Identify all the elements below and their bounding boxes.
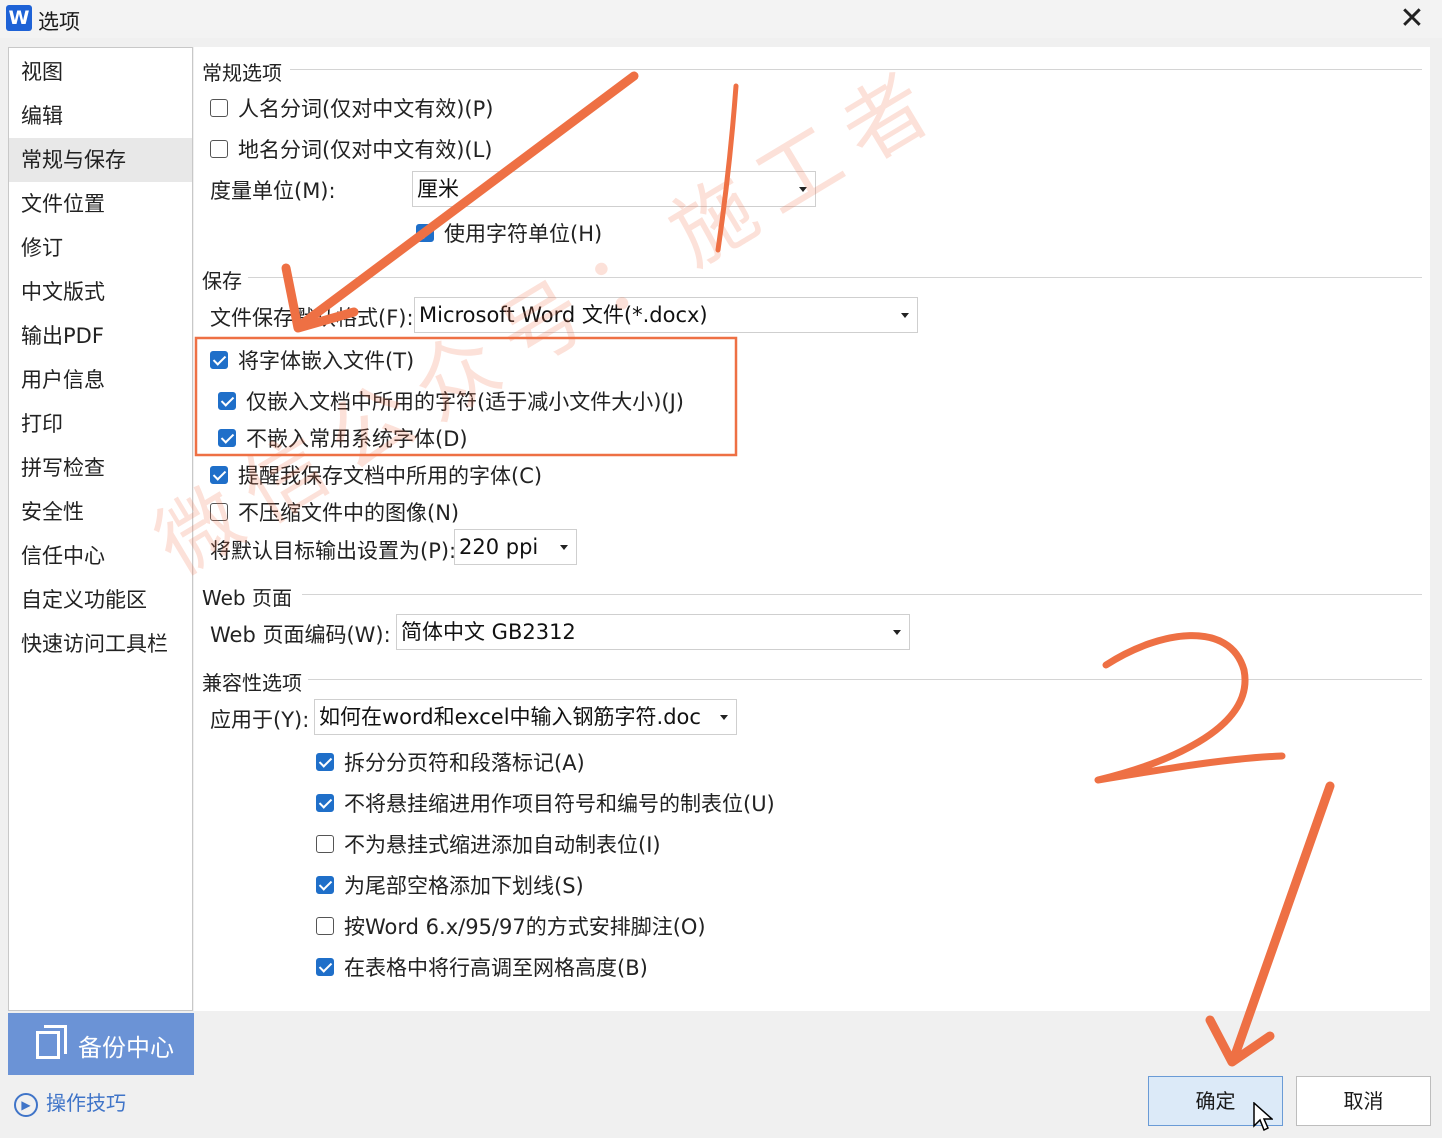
- compat-option-checkbox[interactable]: 不将悬挂缩进用作项目符号和编号的制表位(U): [316, 788, 775, 818]
- compat-section-title: 兼容性选项: [202, 671, 302, 695]
- sidebar-item-view[interactable]: 视图: [9, 50, 192, 94]
- checkbox-box: [316, 753, 334, 771]
- compat-option-label: 拆分分页符和段落标记(A): [344, 751, 585, 775]
- dropdown-arrow-icon: [720, 715, 728, 720]
- output-target-value: 220 ppi: [459, 535, 539, 559]
- checkbox-box: [316, 876, 334, 894]
- sidebar-item-trust-center[interactable]: 信任中心: [9, 534, 192, 578]
- remind-fonts-checkbox[interactable]: 提醒我保存文档中所用的字体(C): [210, 460, 542, 490]
- section-divider: [290, 69, 1422, 70]
- no-compress-label: 不压缩文件中的图像(N): [238, 501, 460, 525]
- unit-value: 厘米: [417, 177, 459, 201]
- dropdown-arrow-icon: [799, 187, 807, 192]
- section-divider: [248, 277, 1422, 278]
- web-encoding-label: Web 页面编码(W):: [210, 623, 391, 647]
- sidebar-item-general-save[interactable]: 常规与保存: [9, 138, 192, 182]
- checkbox-box: [210, 140, 228, 158]
- window-title: 选项: [38, 10, 80, 34]
- char-unit-checkbox[interactable]: 使用字符单位(H): [416, 218, 602, 248]
- play-icon: ▶: [14, 1092, 38, 1117]
- compat-option-label: 不为悬挂式缩进添加自动制表位(I): [344, 833, 661, 857]
- checkbox-box: [218, 392, 236, 410]
- sidebar-item-revision[interactable]: 修订: [9, 226, 192, 270]
- checkbox-box: [210, 466, 228, 484]
- sidebar-item-customize-ribbon[interactable]: 自定义功能区: [9, 578, 192, 622]
- embed-used-chars-label: 仅嵌入文档中所用的字符(适于减小文件大小)(J): [246, 390, 684, 414]
- title-bar: W 选项 ✕: [0, 0, 1442, 38]
- output-target-select[interactable]: 220 ppi: [454, 529, 577, 565]
- person-name-seg-label: 人名分词(仅对中文有效)(P): [238, 97, 494, 121]
- embed-fonts-label: 将字体嵌入文件(T): [238, 349, 415, 373]
- unit-select[interactable]: 厘米: [412, 171, 816, 207]
- wps-writer-icon: W: [6, 5, 32, 31]
- annotation-arrow-head: [1205, 1015, 1275, 1067]
- place-name-seg-checkbox[interactable]: 地名分词(仅对中文有效)(L): [210, 134, 492, 164]
- compat-option-checkbox[interactable]: 不为悬挂式缩进添加自动制表位(I): [316, 829, 661, 859]
- save-format-select[interactable]: Microsoft Word 文件(*.docx): [414, 297, 918, 333]
- compat-option-checkbox[interactable]: 在表格中将行高调至网格高度(B): [316, 952, 648, 982]
- web-encoding-value: 简体中文 GB2312: [401, 620, 576, 644]
- dropdown-arrow-icon: [560, 545, 568, 550]
- checkbox-box: [210, 503, 228, 521]
- sidebar-item-edit[interactable]: 编辑: [9, 94, 192, 138]
- backup-center-label: 备份中心: [78, 1034, 174, 1062]
- output-target-label: 将默认目标输出设置为(P):: [210, 539, 457, 563]
- compat-option-checkbox[interactable]: 按Word 6.x/95/97的方式安排脚注(O): [316, 911, 706, 941]
- compat-option-label: 不将悬挂缩进用作项目符号和编号的制表位(U): [344, 792, 775, 816]
- sidebar-item-output-pdf[interactable]: 输出PDF: [9, 314, 192, 358]
- checkbox-box: [218, 429, 236, 447]
- options-panel: 常规选项 人名分词(仅对中文有效)(P) 地名分词(仅对中文有效)(L) 度量单…: [194, 47, 1430, 1011]
- checkbox-box: [210, 99, 228, 117]
- checkbox-box: [416, 224, 434, 242]
- save-section-title: 保存: [202, 269, 242, 293]
- person-name-seg-checkbox[interactable]: 人名分词(仅对中文有效)(P): [210, 93, 493, 123]
- sidebar-item-print[interactable]: 打印: [9, 402, 192, 446]
- place-name-seg-label: 地名分词(仅对中文有效)(L): [238, 138, 493, 162]
- no-compress-checkbox[interactable]: 不压缩文件中的图像(N): [210, 497, 459, 527]
- cancel-button[interactable]: 取消: [1296, 1076, 1431, 1126]
- embed-used-chars-checkbox[interactable]: 仅嵌入文档中所用的字符(适于减小文件大小)(J): [218, 386, 684, 416]
- remind-fonts-label: 提醒我保存文档中所用的字体(C): [238, 464, 543, 488]
- general-section-title: 常规选项: [202, 61, 282, 85]
- compat-apply-value: 如何在word和excel中输入钢筋字符.doc: [319, 705, 701, 729]
- checkbox-box: [316, 958, 334, 976]
- compat-option-label: 为尾部空格添加下划线(S): [344, 874, 584, 898]
- tips-link[interactable]: ▶ 操作技巧: [14, 1087, 126, 1117]
- save-format-value: Microsoft Word 文件(*.docx): [419, 303, 708, 327]
- sidebar-item-chinese-layout[interactable]: 中文版式: [9, 270, 192, 314]
- backup-icon: [36, 1025, 67, 1059]
- compat-option-label: 在表格中将行高调至网格高度(B): [344, 956, 648, 980]
- checkbox-box: [316, 835, 334, 853]
- char-unit-label: 使用字符单位(H): [444, 222, 603, 246]
- sidebar-item-spell-check[interactable]: 拼写检查: [9, 446, 192, 490]
- sidebar-item-file-location[interactable]: 文件位置: [9, 182, 192, 226]
- embed-fonts-checkbox[interactable]: 将字体嵌入文件(T): [210, 345, 414, 375]
- compat-apply-label: 应用于(Y):: [210, 708, 310, 732]
- mouse-cursor-icon: [1253, 1102, 1273, 1132]
- checkbox-box: [316, 917, 334, 935]
- unit-label: 度量单位(M):: [210, 179, 336, 203]
- backup-center-button[interactable]: 备份中心: [8, 1013, 194, 1075]
- web-encoding-select[interactable]: 简体中文 GB2312: [396, 614, 910, 650]
- tips-label: 操作技巧: [46, 1091, 126, 1115]
- dropdown-arrow-icon: [901, 313, 909, 318]
- sidebar-item-user-info[interactable]: 用户信息: [9, 358, 192, 402]
- checkbox-box: [316, 794, 334, 812]
- compat-option-label: 按Word 6.x/95/97的方式安排脚注(O): [344, 915, 706, 939]
- compat-apply-select[interactable]: 如何在word和excel中输入钢筋字符.doc: [314, 699, 737, 735]
- sidebar-item-quick-access[interactable]: 快速访问工具栏: [9, 622, 192, 666]
- section-divider: [308, 679, 1422, 680]
- compat-option-checkbox[interactable]: 拆分分页符和段落标记(A): [316, 747, 585, 777]
- web-section-title: Web 页面: [202, 586, 292, 610]
- no-system-fonts-checkbox[interactable]: 不嵌入常用系统字体(D): [218, 423, 468, 453]
- dropdown-arrow-icon: [893, 630, 901, 635]
- section-divider: [302, 594, 1422, 595]
- compat-option-checkbox[interactable]: 为尾部空格添加下划线(S): [316, 870, 584, 900]
- checkbox-box: [210, 351, 228, 369]
- close-button[interactable]: ✕: [1394, 2, 1430, 36]
- no-system-fonts-label: 不嵌入常用系统字体(D): [246, 427, 468, 451]
- save-format-label: 文件保存默认格式(F):: [210, 306, 414, 330]
- sidebar: 视图 编辑 常规与保存 文件位置 修订 中文版式 输出PDF 用户信息 打印 拼…: [8, 47, 193, 1011]
- sidebar-item-security[interactable]: 安全性: [9, 490, 192, 534]
